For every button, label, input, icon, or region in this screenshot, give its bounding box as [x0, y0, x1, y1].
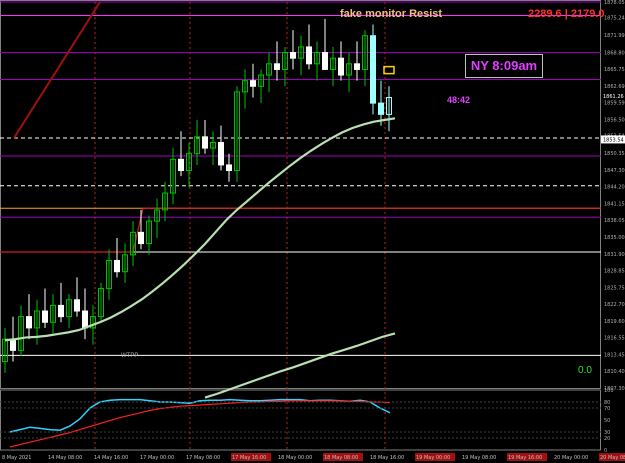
osc-tick-0: 100: [604, 388, 614, 394]
price-tick-20: 1816.55: [604, 336, 625, 342]
candle-body-3: [26, 316, 32, 329]
candle-body-44: [354, 63, 360, 70]
candle-body-22: [178, 158, 184, 172]
price-tick-13: 1838.05: [604, 218, 625, 224]
candle-body-42: [338, 57, 344, 76]
candle-body-5: [42, 310, 48, 323]
price-tick-3: 1868.80: [604, 50, 625, 56]
oscillator-value: 0.0: [578, 365, 592, 376]
price-tick-10: 1847.30: [604, 168, 625, 174]
level-tag: WTPP: [121, 353, 139, 359]
candle-body-27: [218, 141, 224, 166]
candle-body-31: [250, 80, 256, 87]
candle-body-1: [10, 338, 16, 351]
price-tick-0: 1878.05: [604, 0, 625, 6]
time-label-6: 18 May 00:00: [278, 455, 312, 461]
time-label-8: 18 May 16:00: [370, 455, 404, 461]
price-tick-18: 1822.70: [604, 302, 625, 308]
time-label-4: 17 May 08:00: [186, 455, 220, 461]
price-tick-16: 1828.85: [604, 268, 625, 274]
candle-body-28: [226, 164, 232, 172]
candle-body-17: [138, 231, 144, 245]
support-step-line: [0, 207, 601, 253]
candle-body-34: [274, 63, 280, 70]
lower-moving-average-line: [204, 332, 396, 399]
price-tick-17: 1825.75: [604, 285, 625, 291]
candle-body-25: [202, 136, 208, 149]
osc-tick-5: 20: [604, 436, 610, 442]
price-tick-9: 1850.35: [604, 151, 625, 157]
price-tick-11: 1844.20: [604, 185, 625, 191]
price-tick-7: 1856.50: [604, 118, 625, 124]
candle-body-10: [82, 310, 88, 329]
candle-body-14: [114, 259, 120, 273]
candle-body-7: [58, 304, 64, 318]
candle-body-9: [74, 299, 80, 312]
price-tick-2: 1871.99: [604, 33, 625, 39]
time-label-5: 17 May 16:00: [232, 455, 266, 461]
price-tick-4: 1865.75: [604, 67, 625, 73]
ny-time-box: NY 8:09am: [465, 54, 543, 78]
osc-tick-3: 50: [604, 418, 610, 424]
price-tick-14: 1835.00: [604, 235, 625, 241]
time-label-13: 20 May 08:00: [600, 455, 625, 461]
candle-body-47: [378, 102, 384, 115]
price-tick-19: 1819.60: [604, 319, 625, 325]
price-tick-6: 1859.59: [604, 101, 625, 107]
price-tick-21: 1813.45: [604, 352, 625, 358]
price-pair-label: 2289.6 | 2179.0: [528, 8, 605, 20]
price-tick-5: 1862.69: [604, 84, 625, 90]
time-label-10: 19 May 08:00: [462, 455, 496, 461]
time-label-2: 14 May 16:00: [94, 455, 128, 461]
current-price-label: 1853.54: [603, 137, 624, 143]
time-label-0: 8 May 2021: [2, 455, 31, 461]
time-label-12: 20 May 00:00: [554, 455, 588, 461]
price-tick-12: 1841.15: [604, 201, 625, 207]
candle-body-40: [322, 52, 328, 70]
candle-timer: 48:42: [447, 95, 471, 105]
candle-body-38: [306, 46, 312, 65]
time-label-11: 19 May 16:00: [508, 455, 542, 461]
time-label-9: 19 May 00:00: [416, 455, 450, 461]
time-label-7: 18 May 08:00: [324, 455, 358, 461]
resist-label: fake monitor Resist: [340, 8, 443, 20]
osc-tick-2: 70: [604, 406, 610, 412]
candle-body-46: [370, 35, 376, 104]
time-label-3: 17 May 00:00: [140, 455, 174, 461]
price-tick-22: 1810.40: [604, 369, 625, 375]
candle-body-36: [290, 52, 296, 59]
trend-line: [13, 1, 101, 139]
last-price-label: 1861.26: [603, 94, 624, 100]
price-tick-15: 1831.90: [604, 252, 625, 258]
price-tick-1: 1875.24: [604, 15, 625, 21]
time-label-1: 14 May 08:00: [48, 455, 82, 461]
